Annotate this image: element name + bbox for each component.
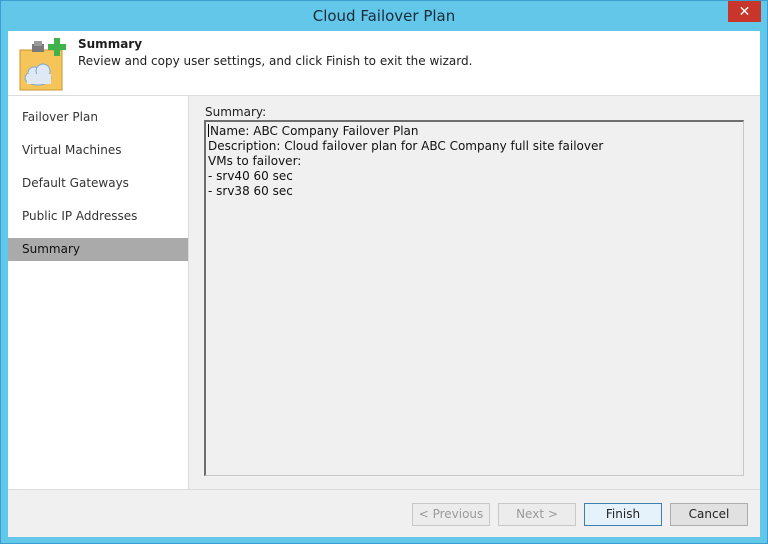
title-bar[interactable]: Cloud Failover Plan ✕ [1, 1, 767, 31]
summary-line: VMs to failover: [208, 154, 302, 168]
nav-item-label: Summary [22, 242, 80, 256]
finish-button[interactable]: Finish [584, 503, 662, 526]
nav-item-label: Public IP Addresses [22, 209, 138, 223]
window-title: Cloud Failover Plan [312, 7, 456, 25]
wizard-window: Cloud Failover Plan ✕ Summary Review and… [0, 0, 768, 544]
text-caret [208, 124, 209, 137]
nav-item-label: Virtual Machines [22, 143, 122, 157]
wizard-footer: < Previous Next > Finish Cancel [8, 489, 760, 537]
summary-line: - srv38 60 sec [208, 184, 293, 198]
nav-item-default-gateways[interactable]: Default Gateways [8, 172, 188, 195]
nav-item-label: Default Gateways [22, 176, 129, 190]
wizard-step-nav: Failover Plan Virtual Machines Default G… [8, 96, 188, 489]
close-icon: ✕ [738, 3, 751, 20]
header-description: Review and copy user settings, and click… [78, 54, 473, 68]
previous-button[interactable]: < Previous [412, 503, 490, 526]
nav-item-label: Failover Plan [22, 110, 98, 124]
nav-item-failover-plan[interactable]: Failover Plan [8, 106, 188, 129]
summary-label: Summary: [205, 105, 267, 119]
summary-textbox[interactable]: Name: ABC Company Failover Plan Descript… [204, 120, 744, 476]
cancel-button[interactable]: Cancel [670, 503, 748, 526]
summary-panel: Summary: Name: ABC Company Failover Plan… [189, 96, 760, 489]
nav-item-public-ip-addresses[interactable]: Public IP Addresses [8, 205, 188, 228]
close-button[interactable]: ✕ [728, 1, 761, 22]
header-title: Summary [78, 37, 143, 51]
summary-line-text: Name: ABC Company Failover Plan [210, 124, 419, 138]
nav-item-virtual-machines[interactable]: Virtual Machines [8, 139, 188, 162]
nav-item-summary[interactable]: Summary [8, 238, 188, 261]
wizard-header: Summary Review and copy user settings, a… [8, 31, 760, 96]
summary-line: - srv40 60 sec [208, 169, 293, 183]
summary-line: Name: ABC Company Failover Plan [208, 124, 741, 139]
next-button[interactable]: Next > [498, 503, 576, 526]
wizard-client-area: Summary Review and copy user settings, a… [8, 31, 760, 537]
summary-line: Description: Cloud failover plan for ABC… [208, 139, 604, 153]
clipboard-cloud-add-icon [19, 38, 66, 91]
